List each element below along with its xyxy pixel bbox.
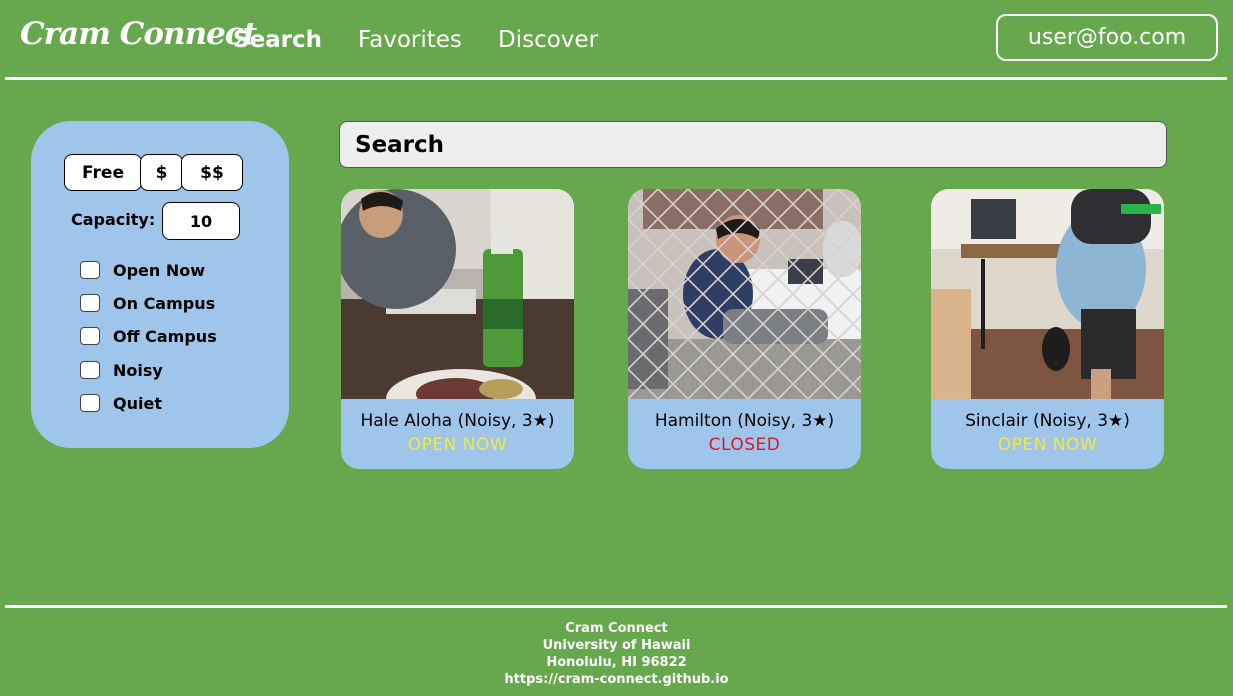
footer-university: University of Hawaii bbox=[542, 638, 691, 653]
footer-address: Honolulu, HI 96822 bbox=[546, 655, 687, 670]
card-title: Hale Aloha (Noisy, 3★) bbox=[360, 411, 555, 431]
price-low-button[interactable]: $ bbox=[140, 154, 183, 191]
checkbox[interactable] bbox=[80, 361, 100, 379]
footer: Cram Connect University of Hawaii Honolu… bbox=[0, 620, 1233, 688]
card-title: Hamilton (Noisy, 3★) bbox=[654, 411, 835, 431]
nav-discover[interactable]: Discover bbox=[498, 27, 598, 53]
checkbox[interactable] bbox=[80, 327, 100, 345]
card-title: Sinclair (Noisy, 3★) bbox=[965, 411, 1130, 431]
capacity-label: Capacity: bbox=[71, 210, 156, 229]
checkbox-label: Quiet bbox=[113, 393, 162, 413]
nav-search[interactable]: Search bbox=[233, 27, 322, 53]
checkbox[interactable] bbox=[80, 294, 100, 312]
filter-off-campus[interactable]: Off Campus bbox=[80, 325, 217, 347]
study-spot-card[interactable]: Sinclair (Noisy, 3★) OPEN NOW bbox=[931, 189, 1164, 469]
filter-panel: Free $ $$ Capacity: 10 Open Now On Campu… bbox=[31, 121, 289, 448]
study-spot-photo bbox=[341, 189, 574, 399]
price-free-button[interactable]: Free bbox=[64, 154, 142, 191]
price-mid-button[interactable]: $$ bbox=[181, 154, 243, 191]
filter-on-campus[interactable]: On Campus bbox=[80, 292, 215, 314]
footer-name: Cram Connect bbox=[565, 621, 668, 636]
checkbox-label: Open Now bbox=[113, 260, 206, 280]
status-badge: CLOSED bbox=[708, 435, 781, 455]
footer-divider bbox=[5, 605, 1227, 608]
brand-logo[interactable]: Cram Connect bbox=[20, 16, 257, 52]
study-spot-card[interactable]: Hale Aloha (Noisy, 3★) OPEN NOW bbox=[341, 189, 574, 469]
filter-open-now[interactable]: Open Now bbox=[80, 259, 205, 281]
user-account-button[interactable]: user@foo.com bbox=[996, 14, 1218, 61]
status-badge: OPEN NOW bbox=[997, 435, 1098, 455]
study-spot-card[interactable]: Hamilton (Noisy, 3★) CLOSED bbox=[628, 189, 861, 469]
nav-favorites[interactable]: Favorites bbox=[358, 27, 462, 53]
checkbox[interactable] bbox=[80, 394, 100, 412]
checkbox-label: Off Campus bbox=[113, 326, 217, 346]
status-badge: OPEN NOW bbox=[407, 435, 508, 455]
filter-quiet[interactable]: Quiet bbox=[80, 392, 162, 414]
header-divider bbox=[5, 77, 1227, 80]
capacity-input[interactable]: 10 bbox=[162, 202, 240, 240]
study-spot-photo bbox=[628, 189, 861, 399]
checkbox[interactable] bbox=[80, 261, 100, 279]
checkbox-label: Noisy bbox=[113, 360, 163, 380]
checkbox-label: On Campus bbox=[113, 293, 216, 313]
filter-noisy[interactable]: Noisy bbox=[80, 359, 163, 381]
study-spot-photo bbox=[931, 189, 1164, 399]
footer-link[interactable]: https://cram-connect.github.io bbox=[0, 671, 1233, 688]
search-input[interactable]: Search bbox=[339, 121, 1167, 168]
